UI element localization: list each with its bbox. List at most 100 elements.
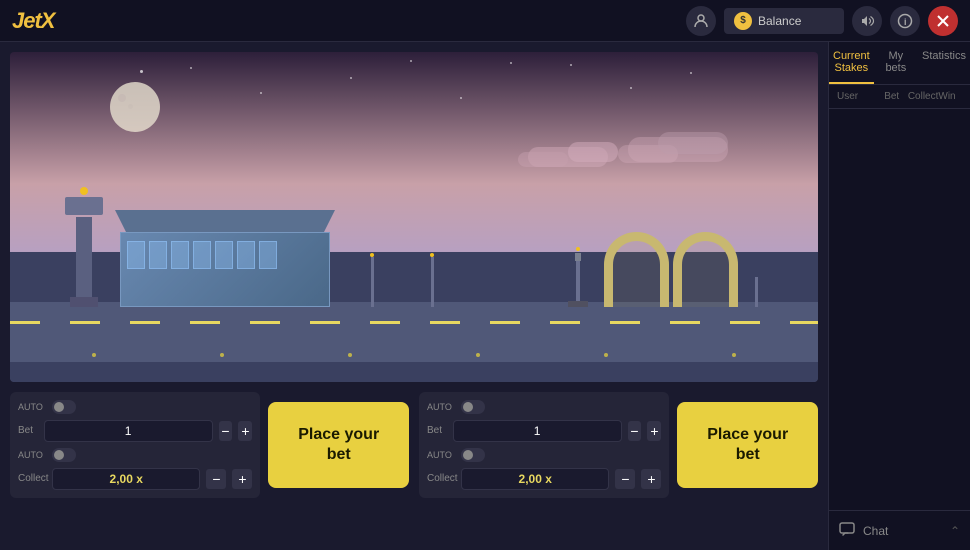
game-area: AUTO Bet − + AUTO [0, 42, 828, 550]
svg-text:i: i [904, 17, 907, 27]
collect-label-1: Collect [18, 473, 46, 484]
tower-beacon [80, 187, 88, 195]
star [350, 77, 352, 79]
bet-unit-2: AUTO Bet − + AUTO [419, 392, 818, 498]
runway [10, 302, 818, 362]
collect-minus-2[interactable]: − [615, 469, 635, 489]
bet-plus-1[interactable]: + [238, 421, 252, 441]
logo-accent: X [41, 8, 55, 33]
table-body [829, 109, 970, 510]
auto-row-1b: AUTO [18, 448, 252, 462]
fence-right [755, 277, 758, 307]
chat-label: Chat [863, 524, 888, 538]
balance-label: Balance [758, 14, 801, 28]
game-scene [10, 52, 818, 382]
bet-input-2[interactable] [453, 420, 622, 442]
bet-minus-1[interactable]: − [219, 421, 233, 441]
star [630, 87, 632, 89]
runway-lights [10, 353, 818, 357]
chat-area[interactable]: Chat ⌃ [829, 510, 970, 550]
auto-row-1: AUTO [18, 400, 252, 414]
bet-amount-row-2: Bet − + [427, 420, 661, 442]
auto-toggle-1b[interactable] [52, 448, 76, 462]
col-bet: Bet [884, 91, 908, 102]
collect-minus-1[interactable]: − [206, 469, 226, 489]
auto-row-2b: AUTO [427, 448, 661, 462]
logo: JetX [12, 8, 54, 34]
arch-1 [604, 232, 669, 307]
col-user: User [837, 91, 884, 102]
tab-current-stakes[interactable]: Current Stakes [829, 42, 874, 84]
toggle-knob-1b [54, 450, 64, 460]
arch-2 [673, 232, 738, 307]
bet-input-1[interactable] [44, 420, 213, 442]
chat-expand-icon: ⌃ [950, 524, 960, 538]
tabs: Current Stakes My bets Statistics [829, 42, 970, 85]
hangar-arches [604, 232, 738, 307]
col-collect: Collect [908, 91, 939, 102]
star [510, 62, 512, 64]
collect-value-2: 2,00 x [461, 468, 609, 490]
toggle-knob-2 [463, 402, 473, 412]
betting-panel: AUTO Bet − + AUTO [0, 392, 828, 497]
auto-toggle-2b[interactable] [461, 448, 485, 462]
bet-label-2: Bet [427, 425, 447, 436]
auto-label-1b: AUTO [18, 450, 46, 460]
moon [110, 82, 160, 132]
place-bet-button-2[interactable]: Place your bet [677, 402, 818, 488]
terminal-roof [115, 210, 335, 232]
sound-icon[interactable] [852, 6, 882, 36]
toggle-knob-2b [463, 450, 473, 460]
star [140, 70, 143, 73]
tower-body [76, 217, 92, 297]
tab-statistics[interactable]: Statistics [918, 42, 970, 84]
tab-my-bets[interactable]: My bets [874, 42, 918, 84]
bet-label-1: Bet [18, 425, 38, 436]
star [570, 64, 572, 66]
close-icon[interactable] [928, 6, 958, 36]
star [690, 72, 692, 74]
tower-base [70, 297, 98, 307]
col-win: Win [938, 91, 962, 102]
auto-row-2: AUTO [427, 400, 661, 414]
place-bet-button-1[interactable]: Place your bet [268, 402, 409, 488]
star [190, 67, 192, 69]
auto-toggle-1[interactable] [52, 400, 76, 414]
lamp-post-2 [430, 253, 434, 307]
chat-icon [839, 522, 855, 539]
bet-unit-1: AUTO Bet − + AUTO [10, 392, 409, 498]
moon-circle [110, 82, 160, 132]
profile-icon[interactable] [686, 6, 716, 36]
toggle-knob-1 [54, 402, 64, 412]
runway-markings [10, 321, 818, 324]
info-icon[interactable]: i [890, 6, 920, 36]
auto-toggle-2[interactable] [461, 400, 485, 414]
balance-box: $ Balance [724, 8, 844, 34]
auto-label-2: AUTO [427, 402, 455, 412]
auto-label-2b: AUTO [427, 450, 455, 460]
collect-row-2: Collect 2,00 x − + [427, 468, 661, 490]
collect-plus-2[interactable]: + [641, 469, 661, 489]
bet-minus-2[interactable]: − [628, 421, 642, 441]
moon-crater [128, 104, 133, 109]
table-header: User Bet Collect Win [829, 85, 970, 109]
control-tower [65, 187, 103, 307]
right-panel: Current Stakes My bets Statistics User B… [828, 42, 970, 550]
bet-controls-1: AUTO Bet − + AUTO [10, 392, 260, 498]
collect-label-2: Collect [427, 473, 455, 484]
tower-cab [65, 197, 103, 215]
bet-plus-2[interactable]: + [647, 421, 661, 441]
logo-text: Jet [12, 8, 41, 33]
star [410, 60, 412, 62]
obs-tower [568, 247, 588, 307]
terminal-building [115, 210, 335, 307]
star [460, 97, 462, 99]
bet-amount-row-1: Bet − + [18, 420, 252, 442]
collect-row-1: Collect 2,00 x − + [18, 468, 252, 490]
bet-controls-2: AUTO Bet − + AUTO [419, 392, 669, 498]
lamp-post-1 [370, 253, 374, 307]
collect-plus-1[interactable]: + [232, 469, 252, 489]
main-layout: AUTO Bet − + AUTO [0, 42, 970, 550]
header: JetX $ Balance i [0, 0, 970, 42]
star [260, 92, 262, 94]
